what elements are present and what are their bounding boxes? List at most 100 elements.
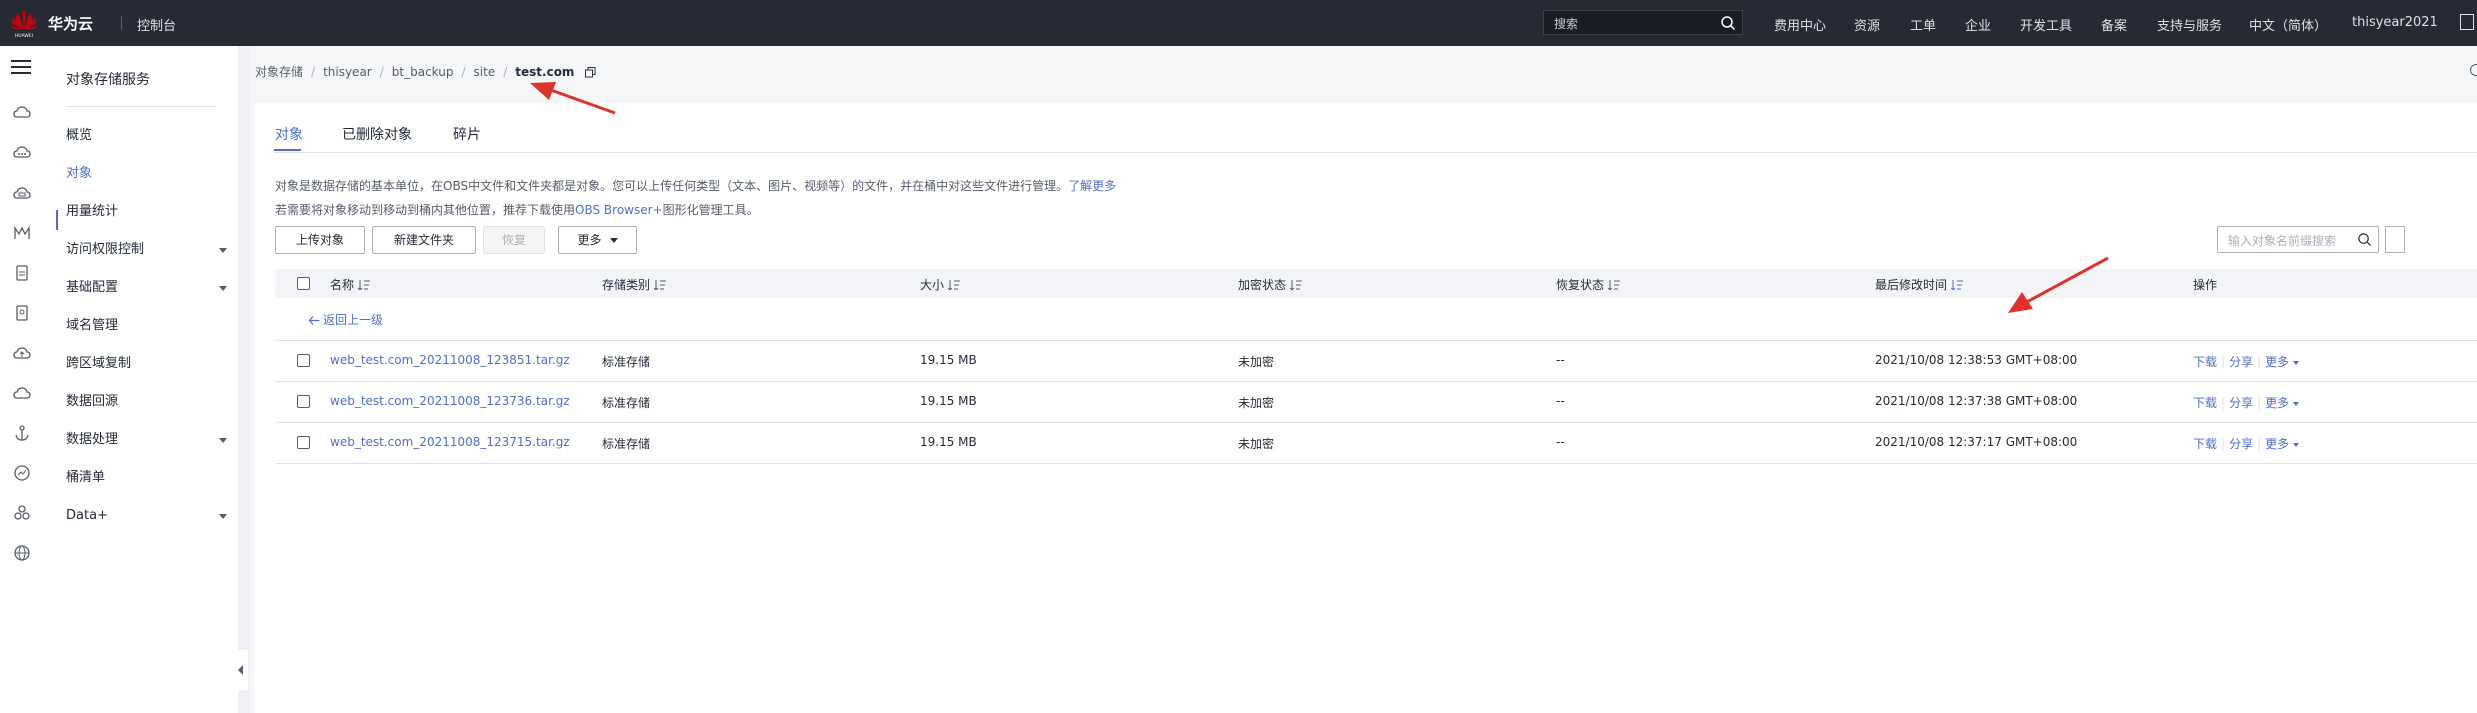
exit-icon[interactable] xyxy=(2460,14,2474,30)
tab-deleted-objects[interactable]: 已删除对象 xyxy=(342,124,412,144)
global-search-input[interactable] xyxy=(1552,13,1716,34)
tab-objects[interactable]: 对象 xyxy=(275,124,303,144)
share-link[interactable]: 分享 xyxy=(2229,355,2253,369)
breadcrumb-item-subfolder[interactable]: site xyxy=(474,65,496,79)
copy-icon[interactable] xyxy=(585,67,596,78)
download-link[interactable]: 下载 xyxy=(2193,355,2217,369)
brand-name[interactable]: 华为云 xyxy=(48,13,93,34)
share-link[interactable]: 分享 xyxy=(2229,437,2253,451)
description-line-2: 若需要将对象移动到移动到桶内其他位置，推荐下载使用OBS Browser+图形化… xyxy=(275,201,759,218)
tab-fragments[interactable]: 碎片 xyxy=(453,124,481,144)
sidebar-item-inventory[interactable]: 桶清单 xyxy=(66,468,231,488)
object-name-link[interactable]: web_test.com_20211008_123736.tar.gz xyxy=(330,394,570,408)
more-button[interactable]: 更多 xyxy=(558,226,637,254)
more-actions-link[interactable]: 更多 xyxy=(2265,437,2300,451)
row-checkbox[interactable] xyxy=(297,395,310,408)
sort-icon[interactable] xyxy=(358,280,371,290)
global-search[interactable] xyxy=(1543,10,1743,35)
sort-icon[interactable] xyxy=(1608,280,1621,290)
sidebar-item-back-to-source[interactable]: 数据回源 xyxy=(66,392,231,412)
object-search[interactable] xyxy=(2217,226,2379,253)
column-size[interactable]: 大小 xyxy=(920,276,961,293)
nav-username[interactable]: thisyear2021 xyxy=(2352,15,2438,30)
action-divider: | xyxy=(2221,437,2226,451)
refresh-icon[interactable] xyxy=(2470,64,2477,76)
more-actions-link[interactable]: 更多 xyxy=(2265,396,2300,410)
active-indicator xyxy=(56,210,58,230)
nav-billing[interactable]: 费用中心 xyxy=(1774,15,1826,34)
breadcrumb-item-obs[interactable]: 对象存储 xyxy=(255,65,303,79)
huawei-logo-icon[interactable]: HUAWEI xyxy=(8,7,40,39)
sidebar-collapse-button[interactable] xyxy=(232,650,248,690)
monitor-icon[interactable] xyxy=(13,224,31,242)
sort-icon[interactable] xyxy=(1290,280,1303,290)
learn-more-link[interactable]: 了解更多 xyxy=(1068,179,1116,193)
back-to-parent-link[interactable]: 返回上一级 xyxy=(308,311,384,328)
cloud-sync-icon[interactable] xyxy=(13,384,31,402)
nav-dev-tools[interactable]: 开发工具 xyxy=(2020,15,2072,34)
nav-enterprise[interactable]: 企业 xyxy=(1965,15,1991,34)
chart-icon[interactable] xyxy=(13,464,31,482)
nav-language[interactable]: 中文（简体） xyxy=(2249,15,2327,34)
menu-icon[interactable] xyxy=(11,60,31,74)
sidebar-item-data-processing[interactable]: 数据处理 xyxy=(66,430,231,450)
row-checkbox[interactable] xyxy=(297,354,310,367)
new-folder-button[interactable]: 新建文件夹 xyxy=(372,226,476,254)
back-row: 返回上一级 xyxy=(275,298,2477,341)
sort-icon[interactable] xyxy=(654,280,667,290)
share-link[interactable]: 分享 xyxy=(2229,396,2253,410)
column-name[interactable]: 名称 xyxy=(330,276,371,293)
document-icon[interactable] xyxy=(13,264,31,282)
column-encryption[interactable]: 加密状态 xyxy=(1238,276,1303,293)
chevron-down-icon xyxy=(219,438,227,443)
download-link[interactable]: 下载 xyxy=(2193,437,2217,451)
sidebar-item-replication[interactable]: 跨区域复制 xyxy=(66,354,231,374)
search-icon[interactable] xyxy=(1720,15,1736,31)
obs-browser-link[interactable]: OBS Browser+ xyxy=(575,203,663,217)
chevron-down-icon xyxy=(219,286,227,291)
search-icon[interactable] xyxy=(2357,232,2372,247)
sidebar-item-data-plus[interactable]: Data+ xyxy=(66,506,231,526)
cloud-upload-icon[interactable] xyxy=(13,344,31,362)
object-name-link[interactable]: web_test.com_20211008_123851.tar.gz xyxy=(330,353,570,367)
nav-tickets[interactable]: 工单 xyxy=(1910,15,1936,34)
sort-icon[interactable] xyxy=(948,280,961,290)
group-icon[interactable] xyxy=(13,504,31,522)
download-link[interactable]: 下载 xyxy=(2193,396,2217,410)
nav-support[interactable]: 支持与服务 xyxy=(2157,15,2222,34)
object-name-link[interactable]: web_test.com_20211008_123715.tar.gz xyxy=(330,435,570,449)
settings-button[interactable] xyxy=(2385,226,2405,253)
chat-icon[interactable] xyxy=(13,144,31,162)
sidebar-gutter xyxy=(238,46,250,713)
sort-active-icon[interactable] xyxy=(1951,280,1964,290)
cloud-icon[interactable] xyxy=(13,104,31,122)
globe-icon[interactable] xyxy=(13,544,31,562)
anchor-icon[interactable] xyxy=(13,424,31,442)
select-all-checkbox[interactable] xyxy=(297,277,310,290)
sidebar-item-access-control[interactable]: 访问权限控制 xyxy=(66,240,231,260)
sidebar-item-objects[interactable]: 对象 xyxy=(66,164,231,184)
restore-button[interactable]: 恢复 xyxy=(483,226,545,254)
sidebar-item-usage[interactable]: 用量统计 xyxy=(66,202,231,222)
restore-status-cell: -- xyxy=(1556,353,1565,367)
sidebar-item-domains[interactable]: 域名管理 xyxy=(66,316,231,336)
sidebar-item-basic-config[interactable]: 基础配置 xyxy=(66,278,231,298)
nav-icp[interactable]: 备案 xyxy=(2101,15,2127,34)
back-label: 返回上一级 xyxy=(323,313,384,327)
key-icon[interactable] xyxy=(13,304,31,322)
storage-icon[interactable] xyxy=(13,184,31,202)
row-checkbox[interactable] xyxy=(297,436,310,449)
breadcrumb-item-folder[interactable]: bt_backup xyxy=(392,65,454,79)
table-row: web_test.com_20211008_123736.tar.gz 标准存储… xyxy=(275,381,2477,423)
sidebar-item-label: 数据处理 xyxy=(66,432,119,447)
column-storage-class[interactable]: 存储类别 xyxy=(602,276,667,293)
console-link[interactable]: 控制台 xyxy=(137,15,176,34)
more-actions-link[interactable]: 更多 xyxy=(2265,355,2300,369)
column-last-modified[interactable]: 最后修改时间 xyxy=(1875,276,1964,293)
nav-resources[interactable]: 资源 xyxy=(1854,15,1880,34)
upload-object-button[interactable]: 上传对象 xyxy=(275,226,365,254)
sidebar-item-overview[interactable]: 概览 xyxy=(66,126,231,146)
column-restore-status[interactable]: 恢复状态 xyxy=(1556,276,1621,293)
object-search-input[interactable] xyxy=(2226,231,2360,250)
breadcrumb-item-bucket[interactable]: thisyear xyxy=(323,65,372,79)
